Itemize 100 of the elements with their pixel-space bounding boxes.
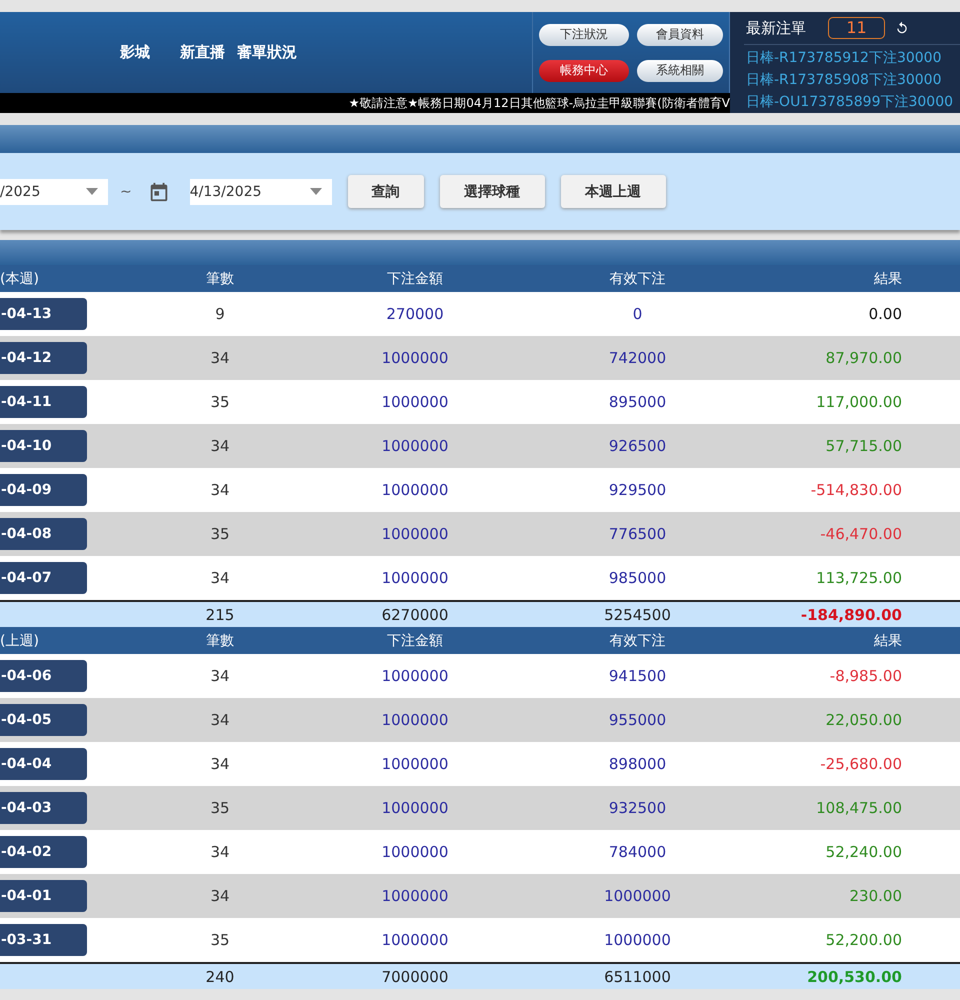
range-separator: ~ — [120, 184, 132, 200]
date-button[interactable]: -04-11 — [0, 386, 87, 418]
total-cell-text: 7000000 — [380, 968, 450, 986]
date-button[interactable]: -04-02 — [0, 836, 87, 868]
amount-cell-text: 1000000 — [380, 843, 450, 861]
valid-bet-cell-text: 784000 — [608, 843, 668, 861]
column-header: (上週) — [0, 632, 40, 650]
result-cell-text: 22,050.00 — [824, 711, 903, 729]
date-button[interactable]: -04-08 — [0, 518, 87, 550]
date-button[interactable]: -04-01 — [0, 880, 87, 912]
dropdown-caret-icon — [86, 188, 98, 195]
result-cell-text: -25,680.00 — [819, 755, 903, 773]
nav-link[interactable]: 審單狀況 — [237, 43, 297, 62]
valid-bet-cell-text: 929500 — [608, 481, 668, 499]
column-header: 結果 — [873, 632, 903, 650]
amount-cell-text: 1000000 — [380, 799, 450, 817]
result-cell-text: -46,470.00 — [819, 525, 903, 543]
amount-cell-text: 1000000 — [380, 755, 450, 773]
date-button[interactable]: -04-10 — [0, 430, 87, 462]
result-cell-text: 113,725.00 — [815, 569, 903, 587]
date-button[interactable]: -03-31 — [0, 924, 87, 956]
query-button[interactable]: 本週上週 — [560, 175, 666, 208]
date-button[interactable]: -04-13 — [0, 298, 87, 330]
count-badge: 11 — [828, 17, 885, 39]
nav-button[interactable]: 系統相關 — [637, 60, 723, 82]
count-cell-text: 34 — [209, 569, 231, 587]
refresh-icon[interactable] — [895, 21, 909, 35]
result-cell-text: 108,475.00 — [815, 799, 903, 817]
count-cell-text: 9 — [214, 305, 226, 323]
dropdown-caret-icon — [310, 188, 322, 195]
query-button[interactable]: 查詢 — [348, 175, 424, 208]
date-button[interactable]: -04-05 — [0, 704, 87, 736]
result-cell-text: 230.00 — [848, 887, 903, 905]
column-header: 筆數 — [205, 270, 235, 288]
count-cell-text: 35 — [209, 393, 231, 411]
date-button[interactable]: -04-07 — [0, 562, 87, 594]
column-header: (本週) — [0, 270, 40, 288]
amount-cell-text: 270000 — [385, 305, 445, 323]
result-cell-text: 52,200.00 — [824, 931, 903, 949]
total-cell-text: 6270000 — [380, 606, 450, 624]
column-header: 下注金額 — [386, 270, 444, 288]
amount-cell-text: 1000000 — [380, 711, 450, 729]
amount-cell-text: 1000000 — [380, 525, 450, 543]
date-button[interactable]: -04-06 — [0, 660, 87, 692]
amount-cell-text: 1000000 — [380, 887, 450, 905]
result-cell-text: -514,830.00 — [810, 481, 903, 499]
total-result-cell-text: -184,890.00 — [800, 606, 903, 624]
nav-link[interactable]: 新直播 — [180, 43, 225, 62]
count-cell-text: 34 — [209, 711, 231, 729]
latest-bet-link[interactable]: 日棒-OU173785899下注30000 — [730, 91, 960, 113]
result-cell-text: -8,985.00 — [828, 667, 903, 685]
nav-button[interactable]: 會員資料 — [637, 24, 723, 46]
count-cell-text: 35 — [209, 799, 231, 817]
count-cell-text: 34 — [209, 481, 231, 499]
amount-cell-text: 1000000 — [380, 667, 450, 685]
valid-bet-cell-text: 985000 — [608, 569, 668, 587]
valid-bet-cell-text: 1000000 — [603, 887, 672, 905]
query-button[interactable]: 選擇球種 — [440, 175, 545, 208]
valid-bet-cell-text: 776500 — [608, 525, 668, 543]
count-cell-text: 35 — [209, 931, 231, 949]
news-ticker: ★敬請注意★帳務日期04月12日其他籃球-烏拉圭甲級聯賽(防衛者體育V — [0, 93, 730, 113]
start-date-field[interactable]: /2025 — [0, 178, 108, 204]
amount-cell-text: 1000000 — [380, 569, 450, 587]
result-cell-text: 87,970.00 — [824, 349, 903, 367]
total-cell-text: 5254500 — [603, 606, 672, 624]
total-cell-text: 215 — [204, 606, 236, 624]
valid-bet-cell-text: 898000 — [608, 755, 668, 773]
nav-button[interactable]: 下注狀況 — [539, 24, 629, 46]
column-header: 結果 — [873, 270, 903, 288]
amount-cell-text: 1000000 — [380, 437, 450, 455]
amount-cell-text: 1000000 — [380, 931, 450, 949]
nav-link[interactable]: 影城 — [120, 43, 150, 62]
date-button[interactable]: -04-12 — [0, 342, 87, 374]
count-cell-text: 34 — [209, 755, 231, 773]
count-cell-text: 34 — [209, 667, 231, 685]
column-header: 筆數 — [205, 632, 235, 650]
valid-bet-cell-text: 895000 — [608, 393, 668, 411]
total-cell-text: 6511000 — [603, 968, 672, 986]
count-cell-text: 34 — [209, 349, 231, 367]
amount-cell-text: 1000000 — [380, 481, 450, 499]
nav-button[interactable]: 帳務中心 — [539, 60, 629, 82]
date-button[interactable]: -04-04 — [0, 748, 87, 780]
count-cell-text: 34 — [209, 843, 231, 861]
latest-bet-link[interactable]: 日棒-R173785912下注30000 — [730, 47, 960, 69]
end-date-field[interactable]: 4/13/2025 — [190, 178, 332, 204]
latest-bet-link[interactable]: 日棒-R173785908下注30000 — [730, 69, 960, 91]
amount-cell-text: 1000000 — [380, 349, 450, 367]
total-cell-text: 240 — [204, 968, 236, 986]
date-button[interactable]: -04-09 — [0, 474, 87, 506]
column-header: 下注金額 — [386, 632, 444, 650]
count-cell-text: 34 — [209, 437, 231, 455]
panel-title: 最新注單 — [746, 18, 806, 38]
column-header: 有效下注 — [608, 632, 666, 650]
column-header: 有效下注 — [608, 270, 666, 288]
valid-bet-cell-text: 926500 — [608, 437, 668, 455]
date-button[interactable]: -04-03 — [0, 792, 87, 824]
amount-cell-text: 1000000 — [380, 393, 450, 411]
valid-bet-cell-text: 1000000 — [603, 931, 672, 949]
result-cell-text: 57,715.00 — [824, 437, 903, 455]
total-result-cell-text: 200,530.00 — [806, 968, 903, 986]
